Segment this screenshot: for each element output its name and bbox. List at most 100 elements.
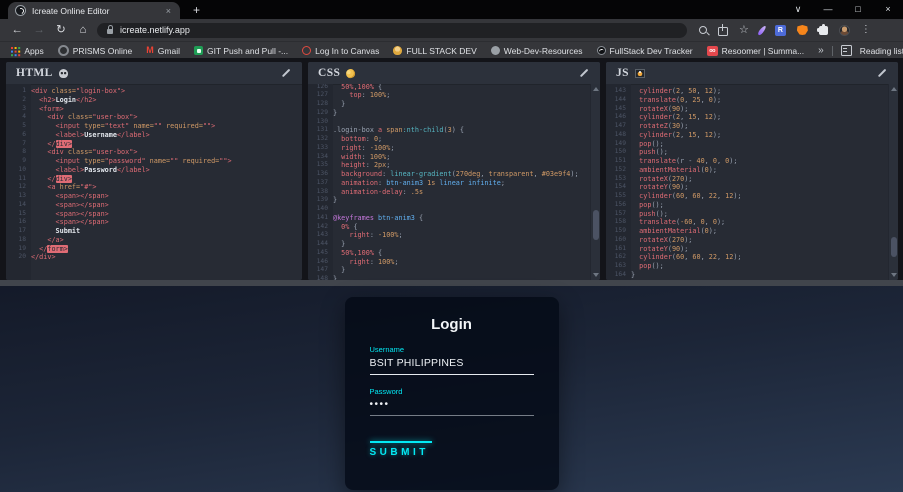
editor-area: HTML 1<div class="login-box">2 <h2>Login… (0, 58, 903, 280)
password-field[interactable]: •••• (370, 399, 534, 410)
line-number: 18 (6, 236, 31, 245)
bookmark-item[interactable]: Log In to Canvas (302, 46, 379, 56)
js-edit-pencil-icon[interactable] (876, 67, 888, 79)
scroll-down-arrow-icon[interactable] (593, 273, 599, 277)
code-line: 163 pop(); (606, 262, 898, 271)
css-edit-pencil-icon[interactable] (578, 67, 590, 79)
line-number: 13 (6, 192, 31, 201)
submit-label: SUBMIT (370, 447, 534, 458)
line-number: 14 (6, 201, 31, 210)
profile-avatar[interactable] (839, 25, 850, 36)
green-favicon-icon (194, 46, 203, 55)
window-minimize-button[interactable]: — (813, 0, 843, 19)
css-panel-title: CSS (318, 67, 340, 79)
code-line: 1<div class="login-box"> (6, 87, 302, 96)
css-panel: CSS 126 50%,100% {127 top: 100%;128 }129… (308, 62, 600, 280)
code-line: 143 cylinder(2, 50, 12); (606, 87, 898, 96)
scroll-up-arrow-icon[interactable] (891, 87, 897, 91)
scroll-up-arrow-icon[interactable] (593, 87, 599, 91)
line-number: 126 (308, 84, 333, 91)
line-number: 4 (6, 113, 31, 122)
js-code-area[interactable]: 143 cylinder(2, 50, 12);144 translate(0,… (606, 84, 898, 280)
bookmarks-overflow-icon[interactable]: » (818, 45, 824, 56)
framed-picture-emoji-icon (635, 69, 645, 78)
line-number: 163 (606, 262, 631, 271)
line-number: 133 (308, 144, 333, 153)
code-line: 6 <label>Username</label> (6, 131, 302, 140)
new-tab-button[interactable]: + (193, 3, 200, 17)
html-edit-pencil-icon[interactable] (280, 67, 292, 79)
tab-close-icon[interactable]: × (164, 6, 173, 16)
line-number: 132 (308, 135, 333, 144)
line-number: 16 (6, 218, 31, 227)
bookmark-item[interactable]: FullStack Dev Tracker (597, 46, 693, 56)
window-close-button[interactable]: × (873, 0, 903, 19)
home-button[interactable]: ⌂ (72, 19, 94, 41)
ring-favicon-icon (58, 45, 69, 56)
line-number: 139 (308, 196, 333, 205)
html-panel-header: HTML (6, 62, 302, 85)
bookmark-item[interactable]: MGmail (146, 46, 180, 56)
login-title: Login (370, 316, 534, 333)
search-icon[interactable] (699, 26, 707, 34)
r-extension-icon[interactable]: R (775, 25, 786, 36)
css-scrollbar-thumb[interactable] (593, 210, 599, 240)
window-maximize-button[interactable]: □ (843, 0, 873, 19)
share-icon[interactable] (718, 27, 728, 36)
line-number: 7 (6, 140, 31, 149)
bookmark-item[interactable]: Web-Dev-Resources (491, 46, 583, 56)
line-number: 19 (6, 245, 31, 254)
code-line: 149 pop(); (606, 140, 898, 149)
scroll-down-arrow-icon[interactable] (891, 273, 897, 277)
css-scrollbar[interactable] (590, 84, 600, 280)
resoomer-favicon-icon: oo (707, 46, 718, 56)
username-underline (370, 374, 534, 375)
line-number: 162 (606, 253, 631, 262)
submit-button[interactable]: SUBMIT (370, 441, 534, 458)
tab-favicon-icon (15, 5, 26, 16)
reload-button[interactable]: ↻ (50, 19, 72, 41)
address-bar[interactable]: icreate.netlify.app (97, 23, 687, 38)
username-field[interactable]: BSIT PHILIPPINES (370, 357, 534, 369)
code-line: 152 ambientMaterial(0); (606, 166, 898, 175)
metamask-fox-icon[interactable] (797, 25, 808, 35)
extensions-puzzle-icon[interactable] (819, 26, 828, 35)
bookmark-star-icon[interactable]: ☆ (739, 25, 749, 35)
code-line: 150 push(); (606, 148, 898, 157)
line-number: 17 (6, 227, 31, 236)
address-url[interactable]: icreate.netlify.app (120, 25, 190, 35)
skull-emoji-icon (59, 69, 68, 78)
code-line: 147 rotateZ(30); (606, 122, 898, 131)
line-number: 138 (308, 188, 333, 197)
bookmark-item[interactable]: PRISMS Online (58, 45, 133, 56)
bookmark-label: Resoomer | Summa... (722, 46, 805, 56)
back-button[interactable]: ← (6, 19, 28, 41)
line-number: 129 (308, 109, 333, 118)
reading-list-button[interactable]: Reading list (860, 46, 903, 56)
code-line: 9 <input type="password" name="" require… (6, 157, 302, 166)
gmail-favicon-icon: M (146, 46, 154, 55)
browser-tab[interactable]: Icreate Online Editor × (8, 2, 180, 19)
js-scrollbar-thumb[interactable] (891, 237, 897, 257)
code-line: 164} (606, 271, 898, 280)
bookmark-label: Log In to Canvas (315, 46, 379, 56)
css-code-area[interactable]: 126 50%,100% {127 top: 100%;128 }129}130… (308, 84, 600, 280)
line-number: 150 (606, 148, 631, 157)
bookmark-item[interactable]: FULL STACK DEV (393, 46, 476, 56)
line-number: 1 (6, 87, 31, 96)
bookmark-item[interactable]: GIT Push and Pull -... (194, 46, 288, 56)
js-scrollbar[interactable] (888, 84, 898, 280)
html-code-area[interactable]: 1<div class="login-box">2 <h2>Login</h2>… (6, 84, 302, 280)
globe-favicon-icon (491, 46, 500, 55)
bookmark-label: PRISMS Online (73, 46, 133, 56)
line-number: 143 (606, 87, 631, 96)
reading-list-icon (841, 45, 852, 56)
line-number: 2 (6, 96, 31, 105)
code-line: 160 rotateX(270); (606, 236, 898, 245)
window-chevron-icon[interactable]: ∨ (783, 0, 813, 19)
bookmark-item[interactable]: Apps (11, 46, 44, 56)
feather-extension-icon[interactable] (757, 24, 767, 35)
browser-menu-icon[interactable]: ⋮ (861, 25, 871, 35)
line-number: 130 (308, 118, 333, 127)
bookmark-item[interactable]: oo Resoomer | Summa... (707, 46, 805, 56)
